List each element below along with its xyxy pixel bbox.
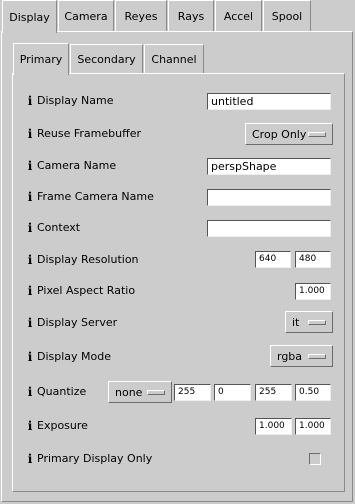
info-icon[interactable]: i (26, 385, 34, 399)
primary-display-only-checkbox[interactable] (309, 453, 321, 465)
quantize-label: Quantize (37, 385, 87, 398)
pixel-aspect-ratio-input[interactable]: 1.000 (295, 283, 331, 300)
quantize-mode-value: none (115, 385, 143, 399)
display-mode-value: rgba (277, 349, 303, 363)
tab-spool[interactable]: Spool (263, 0, 311, 31)
dropdown-indicator-icon (147, 390, 165, 395)
reuse-framebuffer-label: Reuse Framebuffer (37, 127, 141, 140)
resolution-height-input[interactable]: 480 (295, 251, 331, 268)
exposure-gain-input[interactable]: 1.000 (255, 418, 292, 435)
camera-name-row: i Camera Name (26, 159, 116, 173)
frame-camera-name-label: Frame Camera Name (37, 190, 154, 203)
reuse-framebuffer-dropdown[interactable]: Crop Only (245, 123, 333, 145)
info-icon[interactable]: i (26, 190, 34, 204)
display-mode-row: i Display Mode (26, 350, 111, 364)
resolution-width-input[interactable]: 640 (255, 251, 291, 268)
camera-name-input[interactable]: perspShape (207, 158, 331, 175)
frame-camera-name-input[interactable] (207, 189, 331, 206)
dropdown-indicator-icon (308, 354, 326, 359)
display-server-value: it (292, 315, 300, 329)
quantize-zero-input[interactable]: 0 (214, 384, 251, 401)
info-icon[interactable]: i (26, 127, 34, 141)
pixel-aspect-ratio-label: Pixel Aspect Ratio (37, 284, 136, 297)
display-resolution-row: i Display Resolution (26, 253, 139, 267)
quantize-one-input[interactable]: 255 (174, 384, 211, 401)
quantize-max-input[interactable]: 255 (255, 384, 292, 401)
quantize-row: i Quantize (26, 385, 87, 399)
context-label: Context (37, 221, 81, 234)
tab-secondary[interactable]: Secondary (70, 44, 143, 74)
display-mode-dropdown[interactable]: rgba (270, 345, 333, 367)
display-server-row: i Display Server (26, 316, 117, 330)
info-icon[interactable]: i (26, 221, 34, 235)
reuse-framebuffer-value: Crop Only (252, 127, 307, 141)
info-icon[interactable]: i (26, 253, 34, 267)
primary-display-only-label: Primary Display Only (37, 452, 153, 465)
display-resolution-label: Display Resolution (37, 253, 139, 266)
info-icon[interactable]: i (26, 452, 34, 466)
context-input[interactable] (207, 220, 331, 237)
tab-reyes[interactable]: Reyes (115, 0, 167, 31)
tab-channel[interactable]: Channel (144, 44, 204, 74)
display-name-row: i Display Name (26, 94, 114, 108)
display-server-label: Display Server (37, 316, 118, 329)
info-icon[interactable]: i (26, 159, 34, 173)
context-row: i Context (26, 221, 80, 235)
quantize-dither-input[interactable]: 0.50 (295, 384, 331, 401)
display-server-dropdown[interactable]: it (285, 311, 333, 333)
tab-primary[interactable]: Primary (13, 43, 69, 75)
tab-camera[interactable]: Camera (58, 0, 114, 31)
dropdown-indicator-icon (308, 320, 326, 325)
exposure-gamma-input[interactable]: 1.000 (295, 418, 331, 435)
info-icon[interactable]: i (26, 350, 34, 364)
tab-display[interactable]: Display (2, 0, 57, 33)
display-mode-label: Display Mode (37, 350, 112, 363)
display-name-input[interactable]: untitled (207, 93, 331, 110)
quantize-mode-dropdown[interactable]: none (108, 381, 172, 403)
primary-display-only-row: i Primary Display Only (26, 452, 153, 466)
info-icon[interactable]: i (26, 316, 34, 330)
frame-camera-name-row: i Frame Camera Name (26, 190, 154, 204)
tab-accel[interactable]: Accel (215, 0, 262, 31)
reuse-framebuffer-row: i Reuse Framebuffer (26, 127, 141, 141)
info-icon[interactable]: i (26, 284, 34, 298)
tab-rays[interactable]: Rays (168, 0, 214, 31)
exposure-row: i Exposure (26, 419, 88, 433)
display-name-label: Display Name (37, 94, 114, 107)
exposure-label: Exposure (37, 419, 88, 432)
info-icon[interactable]: i (26, 94, 34, 108)
dropdown-indicator-icon (308, 132, 326, 137)
pixel-aspect-ratio-row: i Pixel Aspect Ratio (26, 284, 135, 298)
info-icon[interactable]: i (26, 419, 34, 433)
camera-name-label: Camera Name (37, 159, 117, 172)
